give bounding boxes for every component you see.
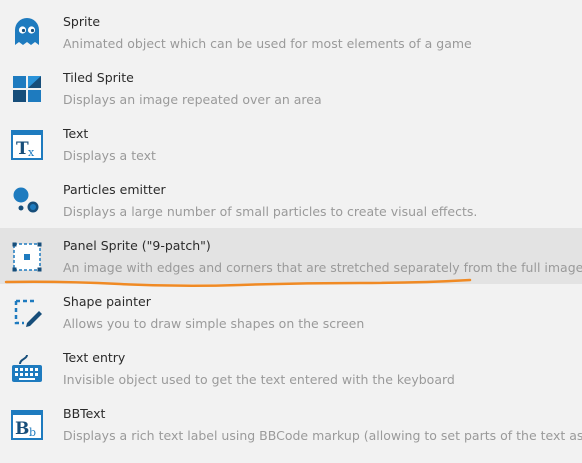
svg-text:b: b <box>29 426 36 439</box>
ghost-icon <box>10 15 44 49</box>
object-description: Displays a text <box>63 148 156 163</box>
object-title: Tiled Sprite <box>63 70 134 85</box>
object-title: Panel Sprite ("9-patch") <box>63 238 211 253</box>
object-item-text[interactable]: T x Text Displays a text <box>0 116 582 172</box>
particles-icon <box>10 183 44 217</box>
svg-text:B: B <box>15 419 29 439</box>
shape-painter-icon <box>10 295 44 329</box>
object-type-list: Sprite Animated object which can be used… <box>0 0 582 463</box>
object-item-sprite[interactable]: Sprite Animated object which can be used… <box>0 4 582 60</box>
svg-text:x: x <box>28 146 35 159</box>
object-item-tiled-sprite[interactable]: Tiled Sprite Displays an image repeated … <box>0 60 582 116</box>
object-description: Allows you to draw simple shapes on the … <box>63 316 365 331</box>
object-description: Animated object which can be used for mo… <box>63 36 472 51</box>
object-title: Text entry <box>63 350 126 365</box>
object-item-shape-painter[interactable]: Shape painter Allows you to draw simple … <box>0 284 582 340</box>
object-description: Invisible object used to get the text en… <box>63 372 455 387</box>
object-description: An image with edges and corners that are… <box>63 260 582 275</box>
bbtext-icon: B b <box>10 407 44 441</box>
panel-sprite-icon <box>10 239 44 273</box>
tiles-icon <box>10 71 44 105</box>
object-item-particles-emitter[interactable]: Particles emitter Displays a large numbe… <box>0 172 582 228</box>
object-title: Text <box>63 126 89 141</box>
text-icon: T x <box>10 127 44 161</box>
object-title: Particles emitter <box>63 182 166 197</box>
object-description: Displays an image repeated over an area <box>63 92 322 107</box>
object-item-bbtext[interactable]: B b BBText Displays a rich text label us… <box>0 396 582 452</box>
object-item-panel-sprite[interactable]: Panel Sprite ("9-patch") An image with e… <box>0 228 582 284</box>
object-title: Sprite <box>63 14 101 29</box>
object-description: Displays a rich text label using BBCode … <box>63 428 582 443</box>
object-title: Shape painter <box>63 294 151 309</box>
object-description: Displays a large number of small particl… <box>63 204 478 219</box>
keyboard-icon <box>10 351 44 385</box>
object-item-text-entry[interactable]: Text entry Invisible object used to get … <box>0 340 582 396</box>
object-title: BBText <box>63 406 106 421</box>
